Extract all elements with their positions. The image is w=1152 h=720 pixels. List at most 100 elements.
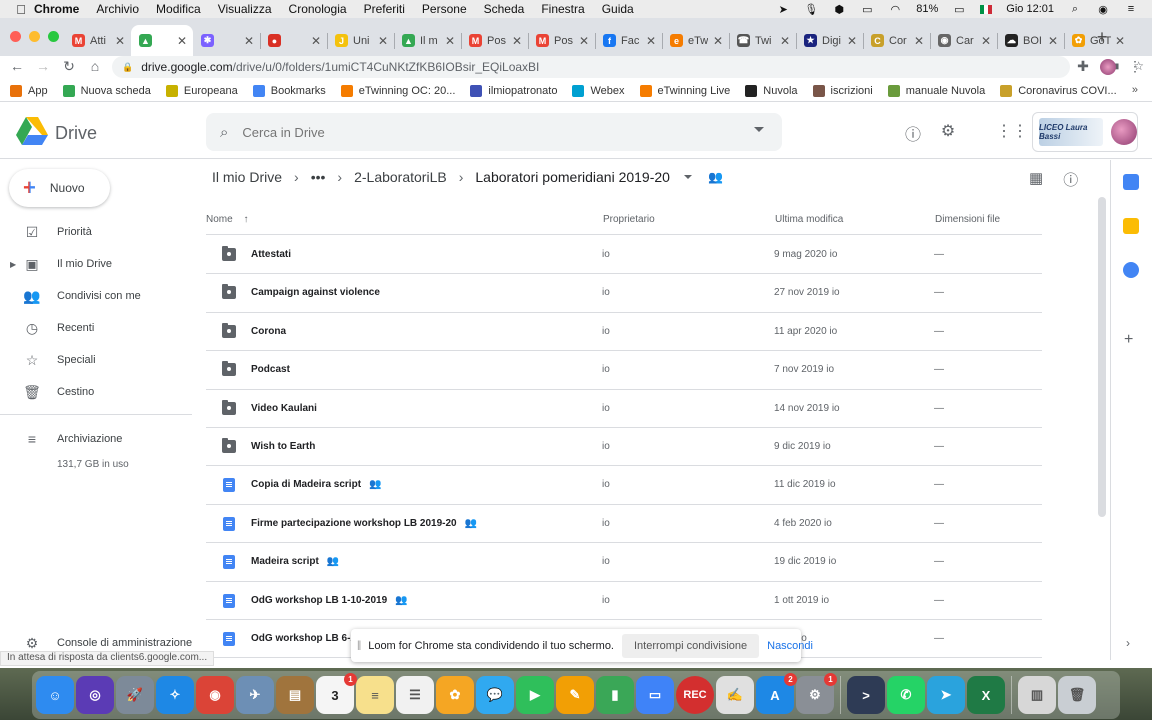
table-row[interactable]: Wish to Earth io 9 dic 2019 io —	[206, 428, 1042, 467]
bookmark-item[interactable]: Bookmarks	[252, 84, 326, 97]
table-row[interactable]: Firme partecipazione workshop LB 2019-20…	[206, 505, 1042, 544]
close-tab-icon[interactable]: ✕	[910, 34, 924, 48]
close-tab-icon[interactable]: ✕	[1044, 34, 1058, 48]
menu-guida[interactable]: Guida	[602, 2, 634, 16]
browser-tab[interactable]: J Uni ✕	[327, 25, 394, 56]
bookmark-item[interactable]: ilmiopatronato	[470, 84, 557, 97]
shield-icon[interactable]: ⬢	[832, 3, 846, 16]
bookmark-item[interactable]: eTwinning Live	[639, 84, 730, 97]
bookmark-item[interactable]: eTwinning OC: 20...	[340, 84, 455, 97]
menu-scheda[interactable]: Scheda	[484, 2, 525, 16]
close-tab-icon[interactable]: ✕	[575, 34, 589, 48]
excel-icon[interactable]: X	[967, 676, 1005, 714]
close-tab-icon[interactable]: ✕	[374, 34, 388, 48]
appstore-icon[interactable]: A2	[756, 673, 797, 714]
menu-cronologia[interactable]: Cronologia	[289, 2, 347, 16]
reload-button[interactable]: ↻	[60, 58, 78, 75]
battery-icon[interactable]: ▭	[952, 3, 966, 16]
drive-logo-icon[interactable]	[16, 117, 48, 145]
home-button[interactable]: ⌂	[86, 58, 104, 74]
menu-visualizza[interactable]: Visualizza	[218, 2, 272, 16]
sort-arrow-up-icon[interactable]: ↑	[243, 214, 248, 225]
column-name[interactable]: Nome ↑	[206, 214, 248, 225]
close-tab-icon[interactable]: ✕	[843, 34, 857, 48]
close-tab-icon[interactable]: ✕	[240, 34, 254, 48]
system-prefs-icon[interactable]: ⚙ 1	[796, 673, 837, 714]
tasks-addon-icon[interactable]	[1123, 262, 1139, 278]
launchpad-icon[interactable]: 🚀	[116, 676, 154, 714]
address-bar[interactable]: 🔒 drive.google.com /drive/u/0/folders/1u…	[112, 56, 1070, 78]
avatar[interactable]	[1111, 119, 1137, 145]
clock[interactable]: Gio 12:01	[1006, 3, 1054, 15]
close-tab-icon[interactable]: ✕	[1111, 34, 1125, 48]
browser-tab[interactable]: M Pos ✕	[528, 25, 595, 56]
search-icon[interactable]: ⌕	[220, 124, 228, 141]
rec-icon[interactable]: REC	[676, 676, 714, 714]
lock-icon[interactable]: 🔒	[122, 62, 133, 73]
wifi-icon[interactable]: ◠	[888, 3, 902, 16]
new-button[interactable]: + Nuovo	[9, 169, 110, 207]
search-box[interactable]: ⌕	[206, 113, 782, 151]
table-row[interactable]: Copia di Madeira script 👥 io 11 dic 2019 io…	[206, 466, 1042, 505]
browser-tab[interactable]: M Atti ✕	[64, 25, 131, 56]
close-tab-icon[interactable]: ✕	[642, 34, 656, 48]
table-row[interactable]: OdG workshop LB 1-10-2019 👥 io 1 ott 2019 i…	[206, 582, 1042, 620]
mic-icon[interactable]: 🎙	[804, 3, 818, 16]
breadcrumb-more[interactable]: •••	[305, 169, 332, 185]
bookmarks-overflow-icon[interactable]: »	[1132, 84, 1138, 96]
chrome-icon[interactable]: ◉	[196, 676, 234, 714]
messages-icon[interactable]: 💬	[476, 676, 514, 714]
spotlight-icon[interactable]: ⌕	[1068, 3, 1082, 15]
apple-icon[interactable]: 	[8, 2, 34, 17]
browser-tab[interactable]: ★ Digi ✕	[796, 25, 863, 56]
table-row[interactable]: Corona io 11 apr 2020 io —	[206, 313, 1042, 352]
table-row[interactable]: Attestati io 9 mag 2020 io —	[206, 236, 1042, 275]
breadcrumb-root[interactable]: Il mio Drive	[206, 169, 288, 185]
table-row[interactable]: Campaign against violence io 27 nov 2019 i…	[206, 274, 1042, 313]
facetime-icon[interactable]: ▶	[516, 676, 554, 714]
control-icon[interactable]: ≡	[1124, 3, 1138, 15]
flag-icon[interactable]	[980, 4, 993, 14]
bookmark-item[interactable]: Nuova scheda	[62, 84, 151, 97]
details-info-icon[interactable]: ⓘ	[1063, 169, 1078, 190]
keynote-icon[interactable]: ▭	[636, 676, 674, 714]
bookmark-item[interactable]: iscrizioni	[812, 84, 873, 97]
breadcrumb-parent[interactable]: 2-LaboratoriLB	[348, 169, 453, 185]
menu-preferiti[interactable]: Preferiti	[364, 2, 405, 16]
sidebar-item[interactable]: ☑ Priorità	[0, 216, 196, 248]
column-modified[interactable]: Ultima modifica	[775, 214, 843, 225]
sidebar-item[interactable]: ☆ Speciali	[0, 344, 196, 376]
browser-tab[interactable]: ☎ Twi ✕	[729, 25, 796, 56]
bookmark-item[interactable]: Europeana	[165, 84, 238, 97]
close-tab-icon[interactable]: ✕	[508, 34, 522, 48]
sidebar-item[interactable]: 👥 Condivisi con me	[0, 280, 196, 312]
help-icon[interactable]: ⓘ	[903, 121, 923, 144]
bookmark-item[interactable]: Nuvola	[745, 84, 798, 97]
breadcrumb-current[interactable]: Laboratori pomeridiani 2019-20	[469, 169, 676, 185]
close-tab-icon[interactable]: ✕	[709, 34, 723, 48]
zoom-window-button[interactable]	[48, 31, 59, 42]
sidebar-item[interactable]: ◷ Recenti	[0, 312, 196, 344]
calendar-addon-icon[interactable]	[1123, 174, 1139, 190]
airplay-icon[interactable]: ▭	[860, 3, 874, 16]
drag-handle-icon[interactable]: ||	[357, 640, 361, 651]
stop-sharing-button[interactable]: Interrompi condivisione	[622, 633, 760, 658]
scrollbar[interactable]	[1098, 197, 1106, 517]
siri-menu-icon[interactable]: ◉	[1096, 3, 1110, 16]
siri-icon[interactable]: ◎	[76, 676, 114, 714]
bookmark-item[interactable]: manuale Nuvola	[887, 84, 985, 97]
account-switcher[interactable]: LICEO Laura Bassi	[1032, 112, 1138, 152]
notes-icon[interactable]: ≡	[356, 676, 394, 714]
finder-icon[interactable]: ☺	[36, 676, 74, 714]
apps-grid-icon[interactable]: ⋮⋮	[996, 121, 1028, 141]
browser-tab[interactable]: ▲ ✕	[131, 25, 193, 56]
browser-tab[interactable]: e eTw ✕	[662, 25, 729, 56]
reminders-icon[interactable]: ☰	[396, 676, 434, 714]
menu-finestra[interactable]: Finestra	[541, 2, 584, 16]
preview-icon[interactable]: ✈	[236, 676, 274, 714]
safari-icon[interactable]: ✧	[156, 676, 194, 714]
photos-icon[interactable]: ✿	[436, 676, 474, 714]
shared-folder-icon[interactable]: 👥	[708, 170, 723, 184]
hide-button[interactable]: Nascondi	[767, 640, 813, 652]
notefile-icon[interactable]: ▤	[276, 676, 314, 714]
